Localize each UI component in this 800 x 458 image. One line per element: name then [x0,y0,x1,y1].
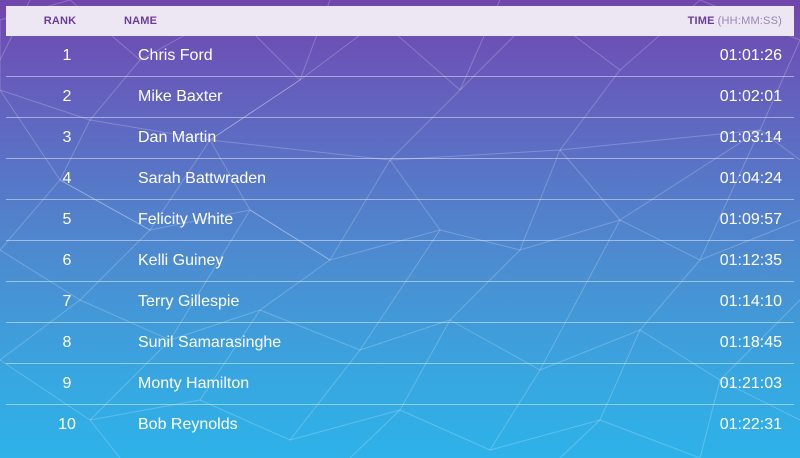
rank-cell: 6 [62,252,72,269]
rank-cell: 2 [62,88,72,105]
name-cell: Terry Gillespie [138,293,240,310]
table-row[interactable]: 4 Sarah Battwraden 01:04:24 [6,159,794,200]
name-cell: Sarah Battwraden [138,170,267,187]
time-column-header[interactable]: TIME (HH:MM:SS) [534,15,794,27]
rank-cell: 8 [62,334,72,351]
rank-cell: 10 [58,416,76,433]
name-cell: Sunil Samarasinghe [138,334,282,351]
name-cell: Monty Hamilton [138,375,250,392]
table-row[interactable]: 5 Felicity White 01:09:57 [6,200,794,241]
time-unit-label: (HH:MM:SS) [717,15,782,27]
time-cell: 01:01:26 [719,47,782,64]
table-row[interactable]: 9 Monty Hamilton 01:21:03 [6,364,794,405]
rank-cell: 1 [62,47,72,64]
table-row[interactable]: 2 Mike Baxter 01:02:01 [6,77,794,118]
rank-cell: 4 [62,170,72,187]
time-cell: 01:22:31 [719,416,782,433]
time-cell: 01:03:14 [719,129,782,146]
name-cell: Bob Reynolds [138,416,238,433]
time-cell: 01:04:24 [719,170,782,187]
leaderboard: RANK NAME TIME (HH:MM:SS) 1 Chris Ford 01… [6,6,794,445]
leaderboard-rows: 1 Chris Ford 01:01:26 2 Mike Baxter 01:0… [6,36,794,445]
leaderboard-header: RANK NAME TIME (HH:MM:SS) [6,6,794,36]
name-cell: Mike Baxter [138,88,223,105]
rank-column-header[interactable]: RANK [6,15,114,27]
name-cell: Dan Martin [138,129,217,146]
table-row[interactable]: 10 Bob Reynolds 01:22:31 [6,405,794,445]
time-cell: 01:12:35 [719,252,782,269]
time-column-label: TIME [687,15,715,27]
rank-cell: 3 [62,129,72,146]
rank-cell: 7 [62,293,72,310]
table-row[interactable]: 7 Terry Gillespie 01:14:10 [6,282,794,323]
name-column-header[interactable]: NAME [114,15,534,27]
rank-cell: 9 [62,375,72,392]
name-cell: Chris Ford [138,47,213,64]
time-cell: 01:21:03 [719,375,782,392]
table-row[interactable]: 8 Sunil Samarasinghe 01:18:45 [6,323,794,364]
time-cell: 01:02:01 [719,88,782,105]
time-cell: 01:09:57 [719,211,782,228]
rank-cell: 5 [62,211,72,228]
name-cell: Felicity White [138,211,234,228]
time-cell: 01:18:45 [719,334,782,351]
name-cell: Kelli Guiney [138,252,224,269]
table-row[interactable]: 1 Chris Ford 01:01:26 [6,36,794,77]
table-row[interactable]: 3 Dan Martin 01:03:14 [6,118,794,159]
table-row[interactable]: 6 Kelli Guiney 01:12:35 [6,241,794,282]
time-cell: 01:14:10 [719,293,782,310]
